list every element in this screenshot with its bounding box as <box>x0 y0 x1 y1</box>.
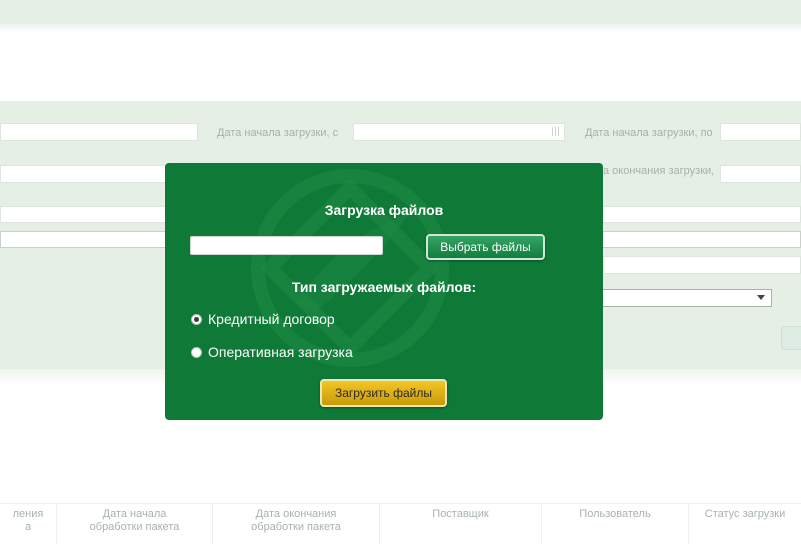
date-end-label: а окончания загрузки, <box>603 165 715 177</box>
column-header[interactable]: Дата начала обработки пакета <box>57 504 213 544</box>
filter-select[interactable] <box>598 289 772 307</box>
radio-button[interactable] <box>191 346 202 358</box>
column-header[interactable]: Дата окончания обработки пакета <box>213 504 380 544</box>
header-shadow <box>0 24 801 32</box>
date-start-from-field[interactable] <box>353 123 565 141</box>
header-band <box>0 0 801 24</box>
date-start-to-label: Дата начала загрузки, по <box>585 127 713 139</box>
column-header[interactable]: Поставщик <box>380 504 542 544</box>
radio-option-credit-agreement[interactable]: Кредитный договор <box>191 311 335 327</box>
date-start-to-field[interactable] <box>720 123 801 141</box>
radio-option-operational-upload[interactable]: Оперативная загрузка <box>191 344 353 360</box>
file-upload-modal: Загрузка файлов Выбрать файлы Тип загруж… <box>165 163 603 420</box>
upload-files-button[interactable]: Загрузить файлы <box>320 379 447 407</box>
column-header[interactable]: Статус загрузки <box>689 504 801 544</box>
modal-title: Загрузка файлов <box>324 202 444 218</box>
calendar-icon[interactable] <box>552 127 561 136</box>
date-start-from-label: Дата начала загрузки, с <box>217 127 339 139</box>
filter-field-1[interactable] <box>0 123 198 141</box>
file-type-title: Тип загружаемых файлов: <box>291 279 477 295</box>
radio-label: Кредитный договор <box>208 311 335 327</box>
results-table-header: ления а Дата начала обработки пакета Дат… <box>0 503 801 544</box>
column-header[interactable]: ления а <box>0 504 57 544</box>
search-button-edge[interactable] <box>781 326 801 350</box>
filter-field-5[interactable] <box>603 256 801 274</box>
chevron-down-icon <box>757 295 765 300</box>
choose-files-button[interactable]: Выбрать файлы <box>426 234 545 260</box>
file-path-input[interactable] <box>190 236 383 255</box>
column-header[interactable]: Пользователь <box>542 504 689 544</box>
date-end-field[interactable] <box>720 165 801 183</box>
radio-label: Оперативная загрузка <box>208 344 353 360</box>
radio-button[interactable] <box>191 313 202 325</box>
